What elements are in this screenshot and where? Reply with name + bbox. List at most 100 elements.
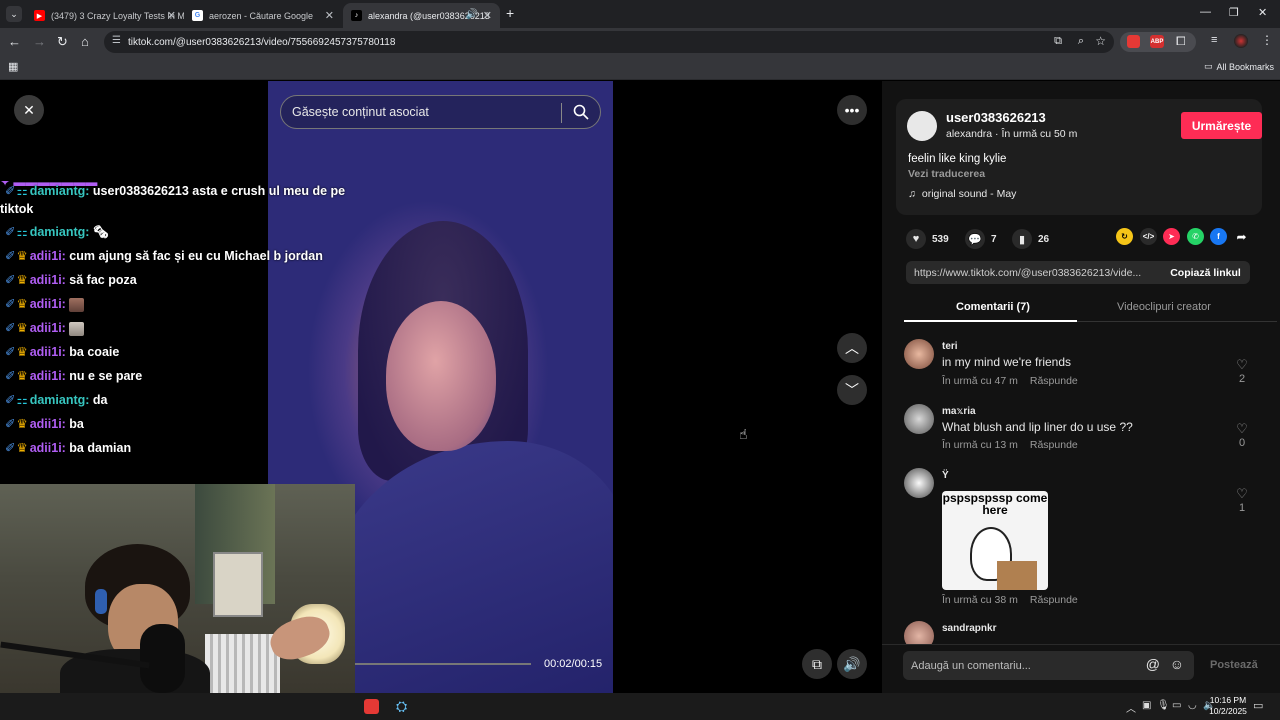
steam-icon[interactable]: ⛭ bbox=[396, 698, 407, 715]
tray-chevron-icon[interactable]: ︿ bbox=[1126, 700, 1136, 715]
comment-like[interactable]: ♡ 1 bbox=[1232, 486, 1252, 514]
follow-button[interactable]: Urmărește bbox=[1181, 112, 1262, 139]
volume-button[interactable]: 🔊 bbox=[837, 649, 867, 679]
window-close-icon[interactable]: ✕ bbox=[1258, 6, 1267, 19]
back-icon[interactable]: ← bbox=[8, 34, 21, 50]
site-info-icon[interactable]: ☰ bbox=[112, 35, 121, 46]
whatsapp-icon[interactable]: ✆ bbox=[1187, 228, 1204, 245]
extensions-puzzle-icon[interactable]: ⧠ bbox=[1176, 34, 1186, 49]
tab-creator-videos[interactable]: Videoclipuri creator bbox=[1117, 301, 1211, 321]
chat-username[interactable]: damiantg: bbox=[30, 225, 93, 239]
zoom-icon[interactable]: ⌕ bbox=[1078, 35, 1084, 48]
address-bar[interactable]: ☰ tiktok.com/@user0383626213/video/75566… bbox=[104, 31, 1114, 53]
comment-input[interactable]: Adaugă un comentariu... @ ☺ bbox=[903, 651, 1194, 680]
chat-badge-icon: ✐ bbox=[5, 441, 16, 455]
comment-sticker[interactable]: pspspspssp come here bbox=[942, 491, 1048, 590]
browser-tab-tiktok[interactable]: ♪ alexandra (@user0383626213 🔊 ✕ bbox=[343, 3, 500, 28]
restore-icon[interactable]: ❐ bbox=[1229, 6, 1239, 19]
chat-username[interactable]: adii1i: bbox=[30, 369, 70, 383]
chat-username[interactable]: adii1i: bbox=[30, 273, 70, 287]
forward-icon[interactable]: → bbox=[33, 34, 46, 50]
taskbar-app-icon[interactable] bbox=[364, 699, 379, 714]
apps-grid-icon[interactable]: ▦ bbox=[8, 60, 18, 73]
tray-mic-icon[interactable]: 🎙 bbox=[1157, 700, 1170, 711]
close-icon[interactable]: ✕ bbox=[167, 9, 176, 22]
more-options-button[interactable]: ••• bbox=[837, 95, 867, 125]
previous-video-button[interactable]: ︿ bbox=[837, 333, 867, 363]
comment-stat[interactable]: 💬 7 bbox=[965, 229, 997, 249]
facebook-icon[interactable]: f bbox=[1210, 228, 1227, 245]
share-arrow-icon[interactable]: ➦ bbox=[1233, 228, 1250, 245]
chat-role-icon: ♛ bbox=[16, 441, 28, 455]
sound-row[interactable]: ♫ original sound - May bbox=[908, 188, 1016, 200]
tab-search-icon[interactable]: ⌄ bbox=[6, 6, 22, 22]
clock[interactable]: 10:16 PM 10/2/2025 bbox=[1204, 695, 1252, 717]
sticker-caption: pspspspssp come here bbox=[942, 491, 1048, 517]
pip-button[interactable]: ⧉ bbox=[802, 649, 832, 679]
next-video-button[interactable]: ﹀ bbox=[837, 375, 867, 405]
home-icon[interactable]: ⌂ bbox=[81, 34, 89, 50]
cast-icon[interactable]: ⧉ bbox=[1054, 35, 1062, 48]
browser-tab-google[interactable]: G aerozen - Căutare Google ✕ bbox=[184, 3, 342, 28]
chat-username[interactable]: adii1i: bbox=[30, 441, 70, 455]
browser-tab-youtube[interactable]: ▶ (3479) 3 Crazy Loyalty Tests In M ✕ bbox=[26, 3, 184, 28]
close-icon[interactable]: ✕ bbox=[483, 9, 492, 22]
chat-username[interactable]: adii1i: bbox=[30, 345, 70, 359]
comment-like[interactable]: ♡ 0 bbox=[1232, 421, 1252, 449]
comment-avatar[interactable] bbox=[904, 404, 934, 434]
video-progress-track[interactable] bbox=[355, 663, 531, 665]
reply-link[interactable]: Răspunde bbox=[1030, 439, 1078, 451]
author-avatar[interactable] bbox=[907, 111, 937, 141]
chat-message: ✐♛ adii1i: ba coaie bbox=[5, 343, 360, 361]
chat-badge-icon: ✐ bbox=[5, 225, 16, 239]
minimize-icon[interactable]: — bbox=[1200, 6, 1211, 18]
close-icon[interactable]: ✕ bbox=[325, 9, 334, 22]
chat-username[interactable]: adii1i: bbox=[30, 417, 70, 431]
kebab-menu-icon[interactable]: ⋮ bbox=[1261, 33, 1273, 47]
comment-avatar[interactable] bbox=[904, 339, 934, 369]
tray-wifi-icon[interactable]: ◡ bbox=[1188, 700, 1197, 711]
close-video-button[interactable]: ✕ bbox=[14, 95, 44, 125]
chat-username[interactable]: adii1i: bbox=[30, 249, 70, 263]
webcam-poster bbox=[213, 552, 263, 617]
reply-link[interactable]: Răspunde bbox=[1030, 594, 1078, 606]
send-icon[interactable]: ➤ bbox=[1163, 228, 1180, 245]
reply-link[interactable]: Răspunde bbox=[1030, 375, 1078, 387]
comment-author[interactable]: sandrapnkr bbox=[942, 623, 996, 634]
reading-list-icon[interactable]: ≡ bbox=[1211, 34, 1217, 46]
comment-author[interactable]: teri bbox=[942, 341, 958, 352]
chat-username[interactable]: adii1i: bbox=[30, 321, 70, 335]
profile-avatar[interactable] bbox=[1234, 34, 1248, 48]
comment-author[interactable]: Ÿ bbox=[942, 470, 949, 481]
extension-megaphone-icon[interactable] bbox=[1127, 35, 1140, 48]
repost-icon[interactable]: ↻ bbox=[1116, 228, 1133, 245]
bookmark-star-icon[interactable]: ☆ bbox=[1095, 34, 1106, 48]
comment-author[interactable]: ma𝕩ria bbox=[942, 406, 976, 417]
adblock-icon[interactable]: ABP bbox=[1150, 35, 1164, 48]
chat-text: user0383626213 asta e crush ul meu de pe bbox=[92, 184, 346, 198]
audio-playing-icon[interactable]: 🔊 bbox=[466, 9, 478, 20]
translate-link[interactable]: Vezi traducerea bbox=[908, 168, 985, 180]
author-username[interactable]: user0383626213 bbox=[946, 110, 1046, 125]
like-stat[interactable]: ♥ 539 bbox=[906, 229, 949, 249]
all-bookmarks-button[interactable]: ▭ All Bookmarks bbox=[1204, 61, 1274, 72]
chat-username[interactable]: damiantg: bbox=[30, 393, 93, 407]
tray-app-icon[interactable]: ▣ bbox=[1142, 700, 1151, 711]
related-content-search[interactable]: Găsește conținut asociat bbox=[280, 95, 601, 129]
save-stat[interactable]: ▮ 26 bbox=[1012, 229, 1049, 249]
chat-username[interactable]: adii1i: bbox=[30, 297, 70, 311]
comment-avatar[interactable] bbox=[904, 468, 934, 498]
search-icon[interactable] bbox=[573, 104, 589, 120]
chat-username[interactable]: damiantg: bbox=[30, 184, 93, 198]
tray-network-icon[interactable]: ▭ bbox=[1172, 700, 1181, 711]
emoji-icon[interactable]: ☺ bbox=[1170, 656, 1184, 672]
tab-comments[interactable]: Comentarii (7) bbox=[956, 301, 1030, 321]
post-comment-button[interactable]: Postează bbox=[1210, 659, 1258, 671]
embed-icon[interactable]: </> bbox=[1140, 228, 1157, 245]
mention-icon[interactable]: @ bbox=[1146, 656, 1160, 672]
reload-icon[interactable]: ↻ bbox=[57, 34, 68, 50]
comment-like[interactable]: ♡ 2 bbox=[1232, 357, 1252, 385]
new-tab-icon[interactable]: + bbox=[506, 5, 514, 21]
notifications-icon[interactable]: ▭ bbox=[1253, 699, 1263, 712]
copy-link-button[interactable]: Copiază linkul bbox=[1161, 261, 1250, 284]
